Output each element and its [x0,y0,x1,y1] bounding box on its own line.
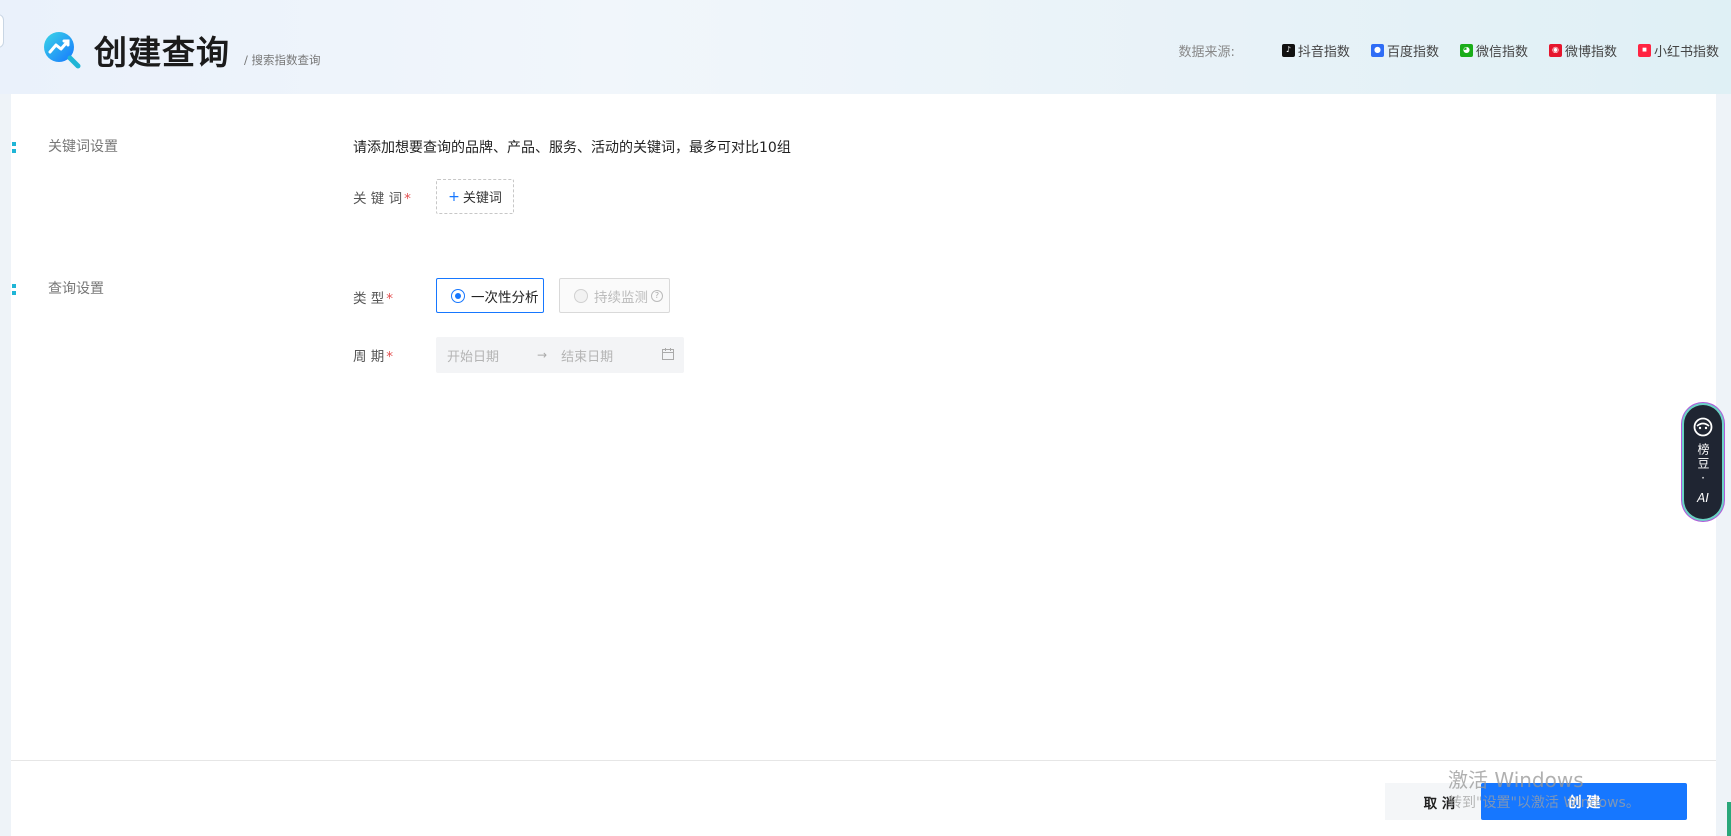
period-field-label: 周 期 * [353,349,394,365]
section-marker [12,142,16,153]
start-date-input[interactable]: 开始日期 [447,346,499,365]
edge-decoration [1727,802,1731,836]
source-xiaohongshu[interactable]: ■ 小红书指数 [1637,41,1719,60]
source-douyin[interactable]: ♪ 抖音指数 [1281,41,1350,60]
help-icon[interactable]: ? [651,289,663,302]
windows-activation-hint: 转到"设置"以激活 Windows。 [1448,795,1640,811]
plus-icon: + [448,188,460,205]
section-title-query: 查询设置 [48,281,104,297]
weibo-icon: ◉ [1548,43,1562,57]
source-baidu[interactable]: ● 百度指数 [1370,41,1439,60]
douyin-icon: ♪ [1281,43,1295,57]
radio-selected-icon [451,288,465,303]
search-trend-logo-icon [44,32,81,69]
section-title-keywords: 关键词设置 [48,139,118,155]
breadcrumb: / 搜索指数查询 [244,53,321,67]
type-option-monitoring[interactable]: 持续监测 ? [559,278,670,313]
calendar-icon [662,348,674,360]
radio-icon [574,288,588,303]
date-range-picker[interactable]: 开始日期 → 结束日期 [436,337,684,373]
end-date-input[interactable]: 结束日期 [561,346,613,365]
keyword-field-label: 关 键 词 * [353,191,411,207]
wechat-icon: ◕ [1459,43,1473,57]
footer-divider [11,760,1716,761]
arrow-right-icon: → [537,348,548,362]
source-wechat[interactable]: ◕ 微信指数 [1459,41,1528,60]
type-option-one-time[interactable]: 一次性分析 [436,278,544,313]
robot-face-icon [1693,417,1713,437]
section-marker [12,284,16,295]
page-title: 创建查询 [94,33,230,72]
query-form-card: 关键词设置 请添加想要查询的品牌、产品、服务、活动的关键词，最多可对比10组 关… [11,94,1716,836]
xiaohongshu-icon: ■ [1637,43,1651,57]
sources-label: 数据来源: [1178,44,1235,60]
keyword-hint: 请添加想要查询的品牌、产品、服务、活动的关键词，最多可对比10组 [353,140,791,156]
add-keyword-button[interactable]: + 关键词 [436,179,514,214]
ai-assistant-ai-label: AI [1697,491,1709,505]
ai-assistant-button[interactable]: 榜豆· AI [1684,405,1722,519]
source-weibo[interactable]: ◉ 微博指数 [1548,41,1617,60]
baidu-icon: ● [1370,43,1384,57]
data-sources: 数据来源: ♪ 抖音指数 ● 百度指数 ◕ 微信指数 ◉ 微博指数 ■ 小红书指… [1179,40,1719,60]
windows-activation-watermark: 激活 Windows [1448,768,1584,792]
type-field-label: 类 型 * [353,291,394,307]
ai-assistant-label: 榜豆· [1696,443,1710,487]
page-header: 创建查询 / 搜索指数查询 数据来源: ♪ 抖音指数 ● 百度指数 ◕ 微信指数… [0,0,1731,94]
collapse-handle[interactable] [0,14,4,48]
